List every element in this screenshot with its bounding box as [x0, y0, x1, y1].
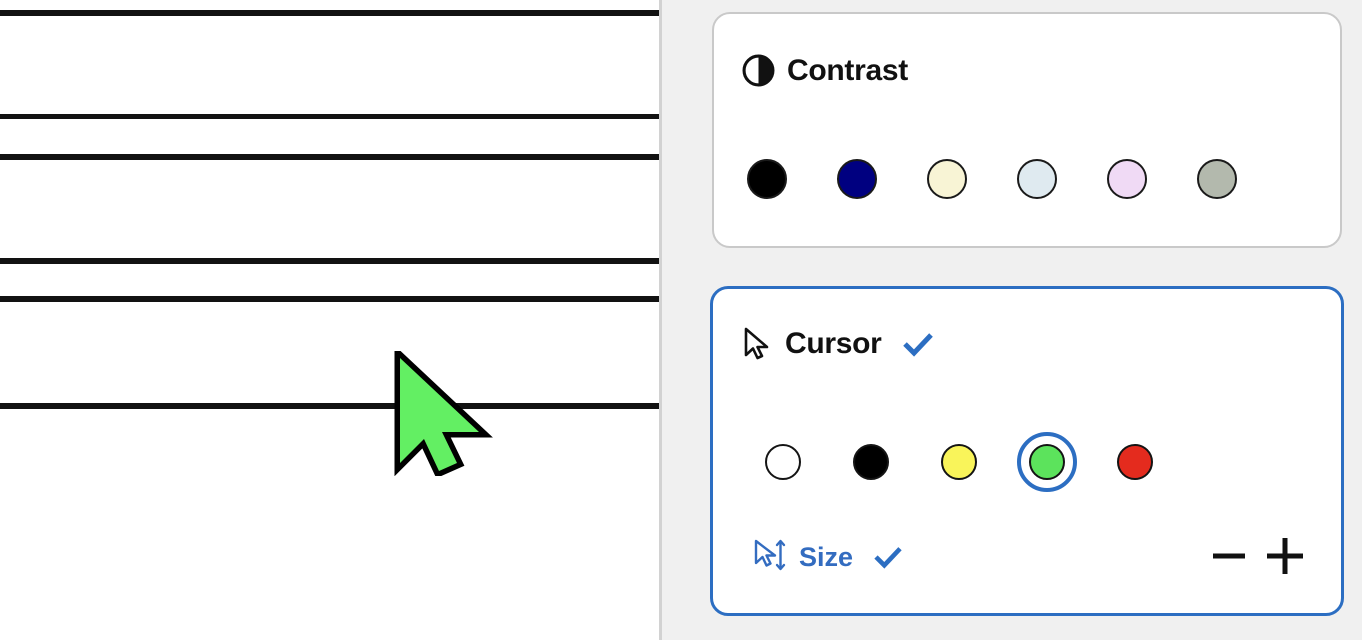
cursor-resize-icon	[753, 538, 787, 577]
document-line	[0, 10, 659, 16]
cursor-size-row: Size	[753, 529, 1313, 585]
cursor-arrow-icon	[743, 327, 773, 361]
document-line	[0, 403, 659, 409]
document-line	[0, 154, 659, 160]
document-line	[0, 296, 659, 302]
contrast-half-circle-icon	[742, 54, 775, 87]
magnified-mouse-pointer	[394, 351, 493, 476]
contrast-swatch-black[interactable]	[747, 159, 787, 199]
cursor-swatch-black-dot	[853, 444, 889, 480]
cursor-swatch-yellow-dot	[941, 444, 977, 480]
cursor-swatch-green-dot	[1029, 444, 1065, 480]
minus-icon	[1207, 534, 1251, 581]
cursor-swatch-red[interactable]	[1105, 432, 1165, 492]
contrast-swatch-lilac[interactable]	[1107, 159, 1147, 199]
cursor-size-decrease-button[interactable]	[1201, 529, 1257, 585]
cursor-swatch-green[interactable]	[1017, 432, 1077, 492]
contrast-swatch-lightblue[interactable]	[1017, 159, 1057, 199]
cursor-title: Cursor	[785, 327, 882, 360]
cursor-card[interactable]: Cursor Size	[710, 286, 1344, 616]
cursor-swatch-yellow[interactable]	[929, 432, 989, 492]
cursor-swatch-row[interactable]	[753, 432, 1165, 492]
contrast-title: Contrast	[787, 53, 908, 87]
settings-column: Contrast Cursor Size	[662, 0, 1362, 640]
cursor-size-increase-button[interactable]	[1257, 529, 1313, 585]
accessibility-settings-screen: Contrast Cursor Size	[0, 0, 1362, 640]
contrast-swatch-navy[interactable]	[837, 159, 877, 199]
cursor-size-check-icon	[873, 545, 903, 569]
cursor-enabled-check-icon	[902, 331, 934, 357]
contrast-swatch-row[interactable]	[747, 159, 1237, 199]
cursor-swatch-red-dot	[1117, 444, 1153, 480]
plus-icon	[1261, 532, 1309, 583]
contrast-card[interactable]: Contrast	[712, 12, 1342, 248]
document-line	[0, 114, 659, 119]
document-line	[0, 258, 659, 264]
cursor-card-header: Cursor	[743, 327, 934, 361]
cursor-size-label: Size	[799, 541, 854, 572]
contrast-swatch-sage[interactable]	[1197, 159, 1237, 199]
contrast-swatch-cream[interactable]	[927, 159, 967, 199]
contrast-card-header: Contrast	[742, 54, 908, 87]
text-document-preview	[0, 0, 662, 640]
cursor-swatch-white[interactable]	[753, 432, 813, 492]
cursor-swatch-white-dot	[765, 444, 801, 480]
cursor-swatch-black[interactable]	[841, 432, 901, 492]
cursor-size-label-group[interactable]: Size	[753, 538, 903, 577]
